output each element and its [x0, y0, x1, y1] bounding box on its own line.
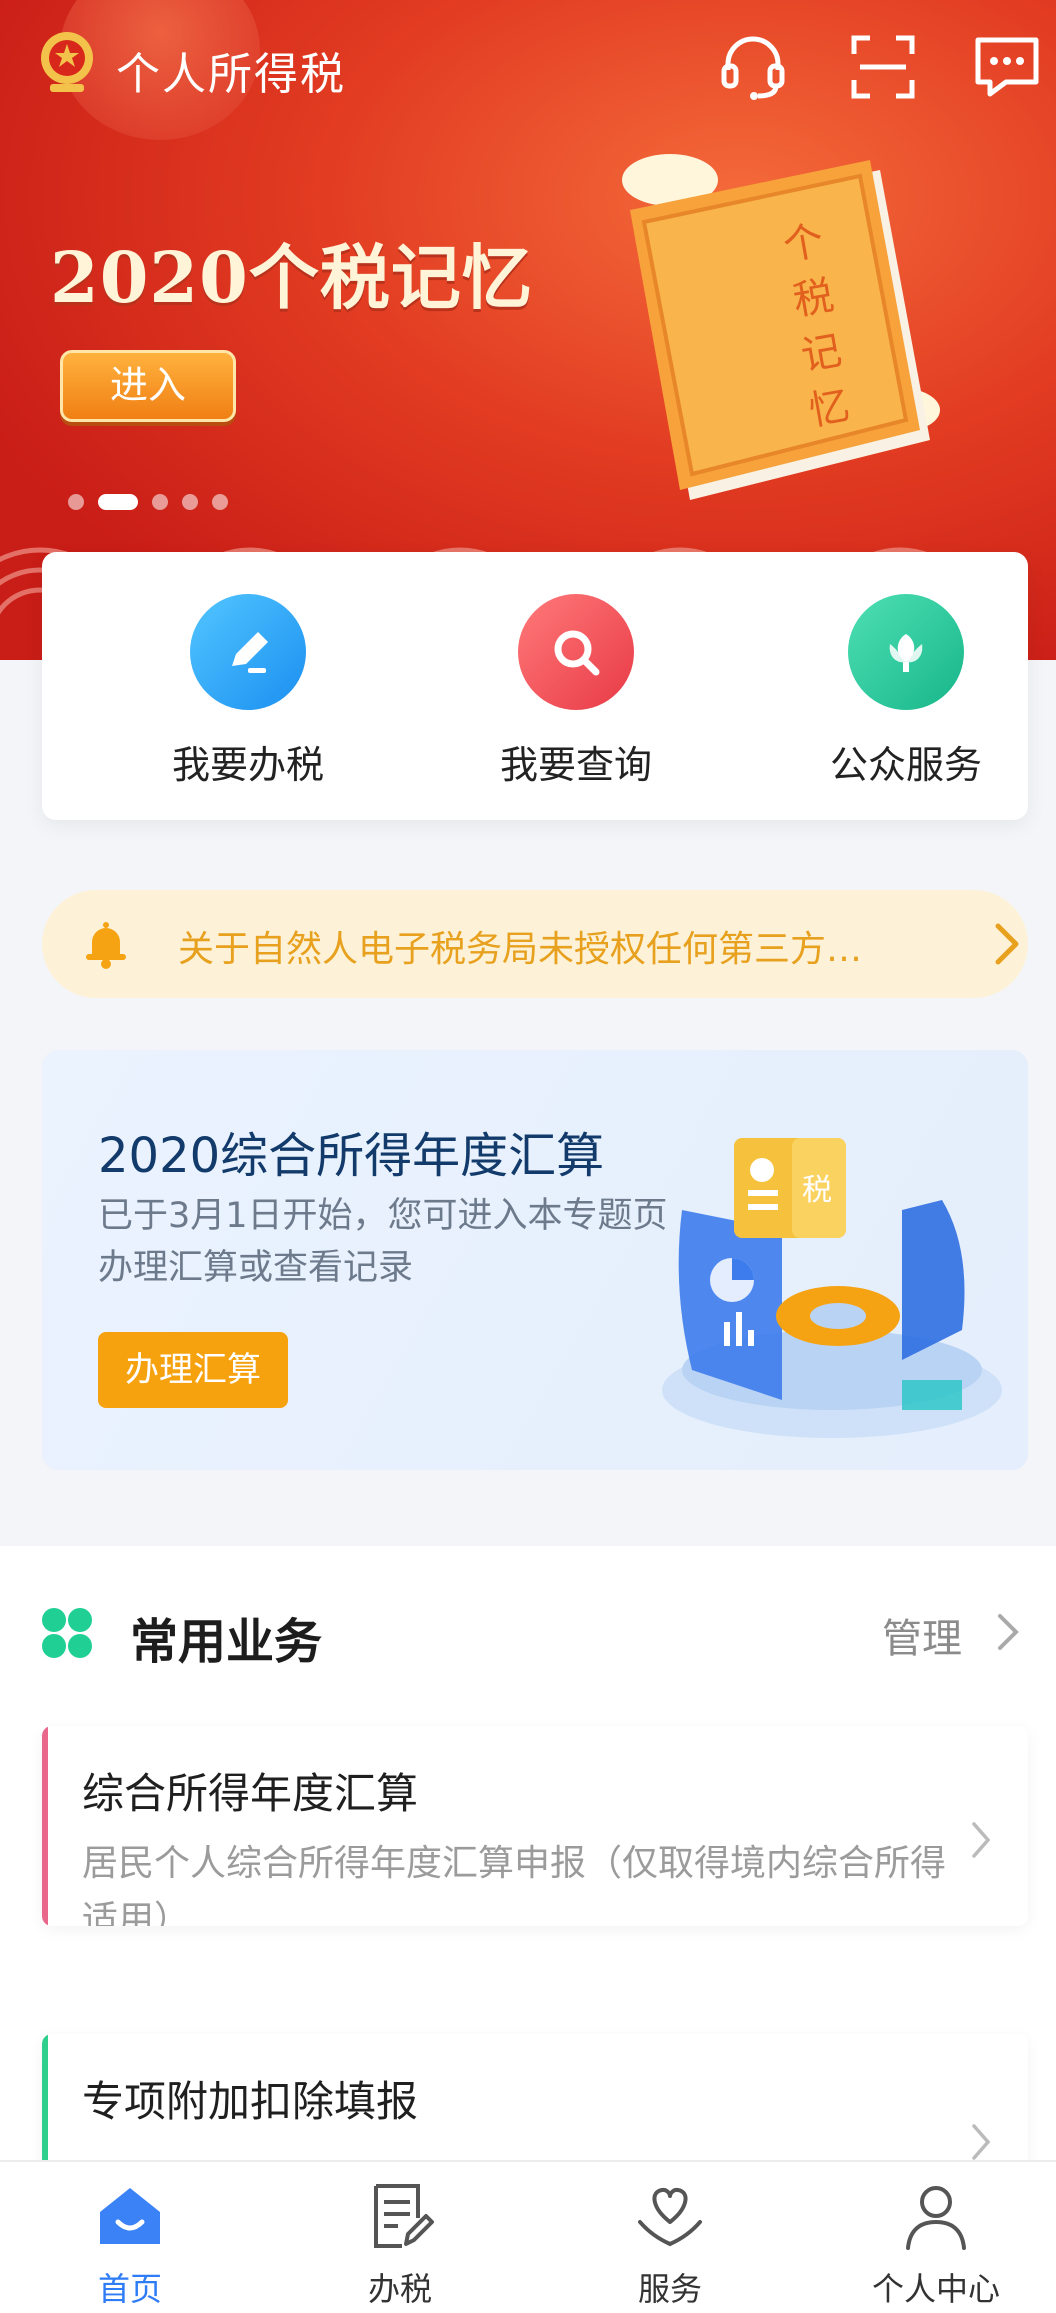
process-settlement-button[interactable]: 办理汇算	[98, 1332, 288, 1408]
quick-actions-card: 我要办税 我要查询 公众服务	[42, 552, 1028, 820]
annual-settlement-banner[interactable]: 2020综合所得年度汇算 已于3月1日开始，您可进入本专题页办理汇算或查看记录 …	[42, 1050, 1028, 1470]
business-item-special-deduction[interactable]: 专项附加扣除填报	[42, 2034, 1028, 2174]
tab-home[interactable]: 首页	[40, 2178, 220, 2310]
notice-bar[interactable]: 关于自然人电子税务局未授权任何第三方…	[42, 890, 1028, 998]
settlement-illustration: 税	[662, 1138, 1002, 1438]
svg-text:税: 税	[790, 273, 837, 325]
tab-service[interactable]: 服务	[580, 2178, 760, 2310]
heart-hand-icon	[638, 2187, 702, 2247]
section-heading: 常用业务	[130, 1614, 323, 1670]
chevron-right-icon	[995, 923, 1019, 965]
notice-text: 关于自然人电子税务局未授权任何第三方…	[178, 929, 863, 970]
business-item-title: 专项附加扣除填报	[82, 2077, 419, 2126]
pen-icon	[190, 594, 306, 710]
national-emblem-icon	[41, 32, 93, 92]
app-title: 个人所得税	[116, 49, 346, 100]
carousel-dot[interactable]	[212, 494, 228, 510]
quick-action-label: 我要办税	[171, 743, 324, 787]
enter-button[interactable]: 进入	[60, 350, 236, 422]
business-item-title: 综合所得年度汇算	[82, 1769, 419, 1818]
manage-link[interactable]: 管理	[882, 1606, 962, 1664]
section-header: 常用业务 管理	[0, 1546, 1056, 1696]
quick-action-public-service[interactable]: 公众服务	[786, 594, 1026, 789]
carousel-dot-active[interactable]	[98, 494, 138, 510]
svg-text:个: 个	[780, 218, 827, 270]
svg-text:忆: 忆	[806, 383, 853, 435]
accent-bar	[42, 2034, 48, 2174]
bell-icon	[86, 922, 126, 969]
tab-label: 办税	[367, 2270, 432, 2308]
search-icon	[518, 594, 634, 710]
carousel-dot[interactable]	[68, 494, 84, 510]
top-bar: 个人所得税	[0, 0, 1056, 130]
customer-service-headset-icon[interactable]	[716, 30, 790, 104]
svg-text:记: 记	[798, 328, 845, 380]
tab-tax[interactable]: 办税	[310, 2178, 490, 2310]
chevron-right-icon[interactable]	[996, 1610, 1020, 1654]
chevron-right-icon	[972, 1822, 991, 1858]
bottom-tab-bar: 首页 办税 服务 个人中心	[0, 2160, 1056, 2313]
flower-icon	[848, 594, 964, 710]
document-edit-icon	[374, 2184, 434, 2248]
quick-action-tax-filing[interactable]: 我要办税	[128, 594, 368, 789]
carousel-indicator	[68, 494, 228, 510]
banner-title: 2020个税记忆	[50, 236, 533, 319]
carousel-dot[interactable]	[152, 494, 168, 510]
memory-book-illustration: 个 税 记 忆	[622, 154, 940, 500]
scan-icon[interactable]	[846, 30, 920, 104]
business-item-description: 居民个人综合所得年度汇算申报（仅取得境内综合所得适用）	[82, 1843, 947, 1926]
tab-label: 首页	[97, 2270, 162, 2308]
tab-profile[interactable]: 个人中心	[846, 2178, 1026, 2310]
person-icon	[906, 2186, 966, 2250]
quick-action-query[interactable]: 我要查询	[456, 594, 696, 789]
message-icon[interactable]	[970, 30, 1044, 104]
common-business-section: 常用业务 管理 综合所得年度汇算 居民个人综合所得年度汇算申报（仅取得境内综合所…	[0, 1546, 1056, 2174]
chevron-right-icon	[972, 2124, 991, 2160]
quick-action-label: 公众服务	[829, 743, 982, 787]
business-item-annual-settlement[interactable]: 综合所得年度汇算 居民个人综合所得年度汇算申报（仅取得境内综合所得适用）	[42, 1726, 1028, 1926]
tab-label: 个人中心	[871, 2270, 1000, 2308]
quick-action-label: 我要查询	[499, 743, 652, 787]
settlement-title: 2020综合所得年度汇算	[98, 1128, 605, 1184]
home-icon	[100, 2188, 160, 2244]
carousel-dot[interactable]	[182, 494, 198, 510]
accent-bar	[42, 1726, 48, 1926]
four-leaf-grid-icon	[42, 1608, 92, 1658]
tab-label: 服务	[637, 2270, 702, 2308]
tax-character-label: 税	[802, 1173, 832, 1208]
settlement-description: 已于3月1日开始，您可进入本专题页办理汇算或查看记录	[98, 1196, 668, 1288]
